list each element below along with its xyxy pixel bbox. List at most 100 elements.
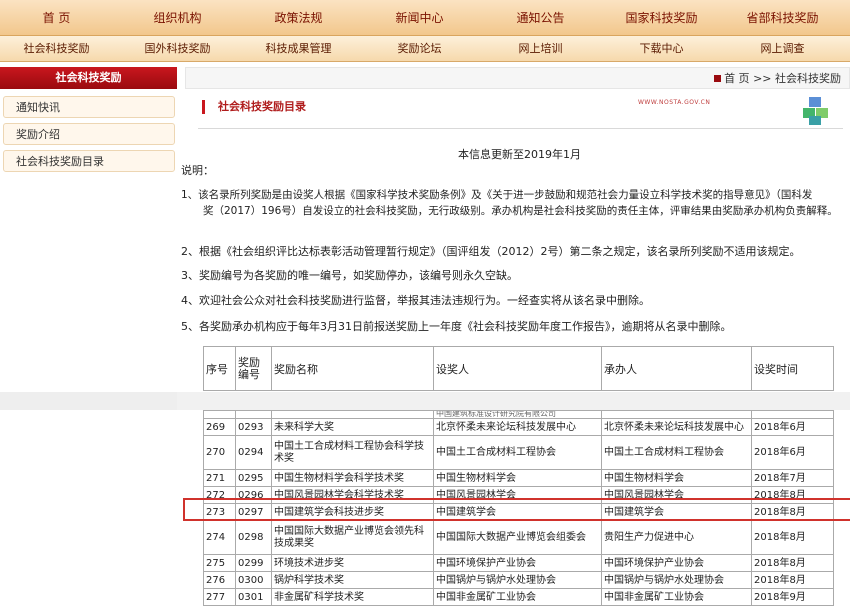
table-cell: 2018年9月 bbox=[751, 588, 834, 606]
table-cell: 北京怀柔未来论坛科技发展中心 bbox=[601, 418, 752, 436]
table-cell bbox=[235, 410, 272, 419]
table-cell bbox=[751, 410, 834, 419]
nav-award-forum[interactable]: 奖励论坛 bbox=[363, 36, 476, 62]
table-cell: 277 bbox=[203, 588, 236, 606]
table-cell: 中国生物材料学会科学技术奖 bbox=[271, 469, 434, 487]
table-cell bbox=[601, 410, 752, 419]
sidebar-item-notices[interactable]: 通知快讯 bbox=[3, 96, 175, 118]
col-header-index: 序号 bbox=[203, 346, 236, 391]
sidebar-divider bbox=[0, 392, 177, 410]
col-header-organizer: 承办人 bbox=[601, 346, 752, 391]
table-cell bbox=[271, 410, 434, 419]
note-1-line-2: 奖（2017）196号）自发设立的社会科技奖励，无行政级别。承办机构是社会科技奖… bbox=[203, 205, 838, 217]
page-title: 社会科技奖励目录 bbox=[218, 100, 306, 113]
col-header-established: 设奖时间 bbox=[751, 346, 834, 391]
table-cell: 0294 bbox=[235, 435, 272, 470]
nav-policy[interactable]: 政策法规 bbox=[242, 0, 355, 36]
table-cell: 贵阳生产力促进中心 bbox=[601, 520, 752, 555]
table-cell: 中国非金属矿工业协会 bbox=[601, 588, 752, 606]
breadcrumb-bar: 首 页 >> 社会科技奖励 bbox=[185, 67, 850, 89]
table-cell: 中国生物材料学会 bbox=[601, 469, 752, 487]
table-cell: 2018年6月 bbox=[751, 418, 834, 436]
table-cell: 275 bbox=[203, 554, 236, 572]
table-row: 275 0299 环境技术进步奖 中国环境保护产业协会 中国环境保护产业协会 2… bbox=[203, 554, 834, 572]
table-cell: 中国生物材料学会 bbox=[433, 469, 602, 487]
page-title-row: 社会科技奖励目录 WWW.NOSTA.GOV.CN bbox=[190, 96, 850, 126]
nav-social-awards[interactable]: 社会科技奖励 bbox=[0, 36, 113, 62]
table-cell: 中国国际大数据产业博览会领先科技成果奖 bbox=[271, 520, 434, 555]
note-3: 3、奖励编号为各奖励的唯一编号，如奖励停办，该编号则永久空缺。 bbox=[181, 269, 518, 282]
note-1-line-1: 1、该名录所列奖励是由设奖人根据《国家科学技术奖励条例》及《关于进一步鼓励和规范… bbox=[181, 189, 813, 201]
note-5: 5、各奖励承办机构应于每年3月31日前报送奖励上一年度《社会科技奖励年度工作报告… bbox=[181, 320, 732, 333]
table-cell: 中国土工合成材料工程协会 bbox=[601, 435, 752, 470]
sidebar-title: 社会科技奖励 bbox=[0, 67, 177, 89]
table-cell: 中国非金属矿工业协会 bbox=[433, 588, 602, 606]
title-divider bbox=[198, 128, 843, 129]
table-cell: 中国建筑标准设计研究院有限公司 bbox=[433, 410, 602, 419]
table-row: 271 0295 中国生物材料学会科学技术奖 中国生物材料学会 中国生物材料学会… bbox=[203, 469, 834, 487]
table-cell: 中国土工合成材料工程协会 bbox=[433, 435, 602, 470]
breadcrumb-separator: >> bbox=[753, 72, 772, 85]
col-header-award-id: 奖励编号 bbox=[235, 346, 272, 391]
table-cell: 276 bbox=[203, 571, 236, 589]
note-4: 4、欢迎社会公众对社会科技奖励进行监督，举报其违法违规行为。一经查实将从该名录中… bbox=[181, 294, 650, 307]
table-cell: 中国环境保护产业协会 bbox=[433, 554, 602, 572]
breadcrumb-current[interactable]: 社会科技奖励 bbox=[775, 72, 841, 85]
table-cell: 0295 bbox=[235, 469, 272, 487]
table-cell: 中国锅炉与锅炉水处理协会 bbox=[433, 571, 602, 589]
nav-provincial-awards[interactable]: 省部科技奖励 bbox=[726, 0, 839, 36]
table-cell: 2018年8月 bbox=[751, 554, 834, 572]
breadcrumb: 首 页 >> 社会科技奖励 bbox=[714, 68, 841, 90]
table-cell: 环境技术进步奖 bbox=[271, 554, 434, 572]
table-cell: 0300 bbox=[235, 571, 272, 589]
table-row: 274 0298 中国国际大数据产业博览会领先科技成果奖 中国国际大数据产业博览… bbox=[203, 520, 834, 555]
table-cell: 非金属矿科学技术奖 bbox=[271, 588, 434, 606]
notes-label: 说明： bbox=[181, 164, 214, 177]
table-cell: 0298 bbox=[235, 520, 272, 555]
table-cell: 0293 bbox=[235, 418, 272, 436]
nav-achievement-management[interactable]: 科技成果管理 bbox=[242, 36, 355, 62]
primary-nav: 首 页 组织机构 政策法规 新闻中心 通知公告 国家科技奖励 省部科技奖励 bbox=[0, 0, 850, 36]
table-cell: 北京怀柔未来论坛科技发展中心 bbox=[433, 418, 602, 436]
nav-online-training[interactable]: 网上培训 bbox=[484, 36, 597, 62]
sidebar-item-award-intro[interactable]: 奖励介绍 bbox=[3, 123, 175, 145]
col-header-award-name: 奖励名称 bbox=[271, 346, 434, 391]
table-row: 277 0301 非金属矿科学技术奖 中国非金属矿工业协会 中国非金属矿工业协会… bbox=[203, 588, 834, 606]
secondary-nav: 社会科技奖励 国外科技奖励 科技成果管理 奖励论坛 网上培训 下载中心 网上调查 bbox=[0, 36, 850, 62]
nav-online-survey[interactable]: 网上调查 bbox=[726, 36, 839, 62]
nav-organization[interactable]: 组织机构 bbox=[121, 0, 234, 36]
col-header-founder: 设奖人 bbox=[433, 346, 602, 391]
nav-national-awards[interactable]: 国家科技奖励 bbox=[605, 0, 718, 36]
content-divider bbox=[177, 392, 850, 410]
table-cell: 0299 bbox=[235, 554, 272, 572]
nav-home[interactable]: 首 页 bbox=[0, 0, 113, 36]
table-cell: 2018年7月 bbox=[751, 469, 834, 487]
table-cell: 2018年8月 bbox=[751, 520, 834, 555]
site-url: WWW.NOSTA.GOV.CN bbox=[638, 99, 711, 106]
table-cell: 270 bbox=[203, 435, 236, 470]
highlight-box bbox=[183, 498, 850, 521]
breadcrumb-home[interactable]: 首 页 bbox=[724, 72, 750, 85]
table-row: 270 0294 中国土工合成材料工程协会科学技术奖 中国土工合成材料工程协会 … bbox=[203, 435, 834, 470]
table-cell bbox=[203, 410, 236, 419]
note-2: 2、根据《社会组织评比达标表彰活动管理暂行规定》（国评组发（2012）2号）第二… bbox=[181, 245, 801, 258]
nav-foreign-awards[interactable]: 国外科技奖励 bbox=[121, 36, 234, 62]
sidebar-item-award-catalog[interactable]: 社会科技奖励目录 bbox=[3, 150, 175, 172]
table-cell: 0301 bbox=[235, 588, 272, 606]
table-row: 276 0300 锅炉科学技术奖 中国锅炉与锅炉水处理协会 中国锅炉与锅炉水处理… bbox=[203, 571, 834, 589]
table-cell: 2018年6月 bbox=[751, 435, 834, 470]
cube-logo-icon bbox=[803, 97, 828, 125]
nav-notices[interactable]: 通知公告 bbox=[484, 0, 597, 36]
table-cell: 中国土工合成材料工程协会科学技术奖 bbox=[271, 435, 434, 470]
table-cell: 锅炉科学技术奖 bbox=[271, 571, 434, 589]
table-row: 269 0293 未来科学大奖 北京怀柔未来论坛科技发展中心 北京怀柔未来论坛科… bbox=[203, 418, 834, 436]
table-cell: 未来科学大奖 bbox=[271, 418, 434, 436]
table-cell: 274 bbox=[203, 520, 236, 555]
table-cell: 271 bbox=[203, 469, 236, 487]
nav-news[interactable]: 新闻中心 bbox=[363, 0, 476, 36]
table-cell: 269 bbox=[203, 418, 236, 436]
table-row: 中国建筑标准设计研究院有限公司 bbox=[203, 410, 834, 419]
table-cell: 中国锅炉与锅炉水处理协会 bbox=[601, 571, 752, 589]
table-cell: 中国环境保护产业协会 bbox=[601, 554, 752, 572]
nav-download-center[interactable]: 下载中心 bbox=[605, 36, 718, 62]
